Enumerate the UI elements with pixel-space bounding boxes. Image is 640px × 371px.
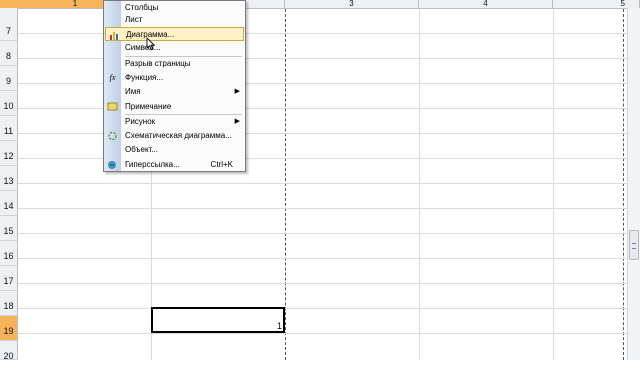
menu-item-diagram[interactable]: Схематическая диаграмма... [104, 129, 245, 143]
grid-row-line [18, 283, 628, 284]
grid-row-line [18, 233, 628, 234]
function-icon: fx [109, 73, 116, 82]
grid-row-line [18, 333, 628, 334]
scrollbar-thumb[interactable] [629, 230, 639, 260]
menu-item-label: Рисунок [125, 117, 156, 126]
menu-item-page-break[interactable]: Разрыв страницы [104, 57, 245, 71]
menu-item-label: Объект... [125, 145, 159, 154]
column-header-3[interactable]: 3 [285, 0, 419, 8]
menu-item-picture[interactable]: Рисунок ▶ [104, 115, 245, 129]
cell-value: 1 [276, 321, 282, 331]
menu-item-label: Лист [125, 15, 143, 24]
submenu-arrow-icon: ▶ [234, 118, 240, 125]
menu-item-label: Схематическая диаграмма... [125, 131, 232, 140]
selected-cell[interactable]: 1 [151, 307, 285, 333]
row-header-18[interactable]: 18 [0, 291, 17, 316]
column-header-5[interactable]: 5 [553, 0, 640, 8]
menu-item-label: Гиперссылка... [125, 160, 180, 169]
menu-item-symbol[interactable]: Символ... [104, 41, 245, 55]
grid-row-line [18, 308, 628, 309]
chart-icon [109, 30, 120, 40]
menu-item-function[interactable]: fx Функция... [104, 71, 245, 85]
row-header-19[interactable]: 19 [0, 316, 17, 341]
row-header-14[interactable]: 14 [0, 191, 17, 216]
vertical-scrollbar[interactable] [627, 8, 640, 360]
row-header-10[interactable]: 10 [0, 91, 17, 116]
menu-item-chart[interactable]: Диаграмма... [105, 27, 244, 41]
menu-item-name[interactable]: Имя ▶ [104, 85, 245, 99]
mouse-cursor-icon [146, 37, 156, 51]
menu-item-comment[interactable]: Примечание [104, 100, 245, 114]
column-header-bar: 1 2 3 4 5 [0, 0, 640, 9]
row-header-15[interactable]: 15 [0, 216, 17, 241]
row-header-20[interactable]: 20 [0, 341, 17, 361]
row-header-16[interactable]: 16 [0, 241, 17, 266]
row-header-bar: 7 8 9 10 11 12 13 14 15 16 17 18 19 20 [0, 8, 18, 361]
row-header-12[interactable]: 12 [0, 141, 17, 166]
diagram-icon [107, 131, 118, 141]
menu-item-label: Разрыв страницы [125, 59, 191, 68]
row-header-9[interactable]: 9 [0, 66, 17, 91]
menu-item-label: Имя [125, 87, 141, 96]
row-header-13[interactable]: 13 [0, 166, 17, 191]
hyperlink-icon [107, 160, 118, 170]
row-header-17[interactable]: 17 [0, 266, 17, 291]
grid-row-line [18, 208, 628, 209]
column-header-4[interactable]: 4 [419, 0, 553, 8]
grid-row-line [18, 258, 628, 259]
menu-item-object[interactable]: Объект... [104, 143, 245, 157]
menu-item-shortcut: Ctrl+K [210, 160, 233, 169]
row-header-8[interactable]: 8 [0, 41, 17, 66]
grip-icon [632, 243, 636, 249]
row-header-11[interactable]: 11 [0, 116, 17, 141]
insert-menu: Столбцы Лист Диаграмма... Символ... Разр… [103, 0, 246, 172]
grid-row-line [18, 183, 628, 184]
menu-item-hyperlink[interactable]: Гиперссылка... Ctrl+K [104, 158, 245, 172]
menu-item-label: Функция... [125, 73, 164, 82]
menu-item-sheet[interactable]: Лист [104, 13, 245, 27]
row-header-7[interactable]: 7 [0, 16, 17, 41]
menu-item-label: Примечание [125, 102, 172, 111]
submenu-arrow-icon: ▶ [234, 88, 240, 95]
comment-icon [107, 102, 118, 112]
